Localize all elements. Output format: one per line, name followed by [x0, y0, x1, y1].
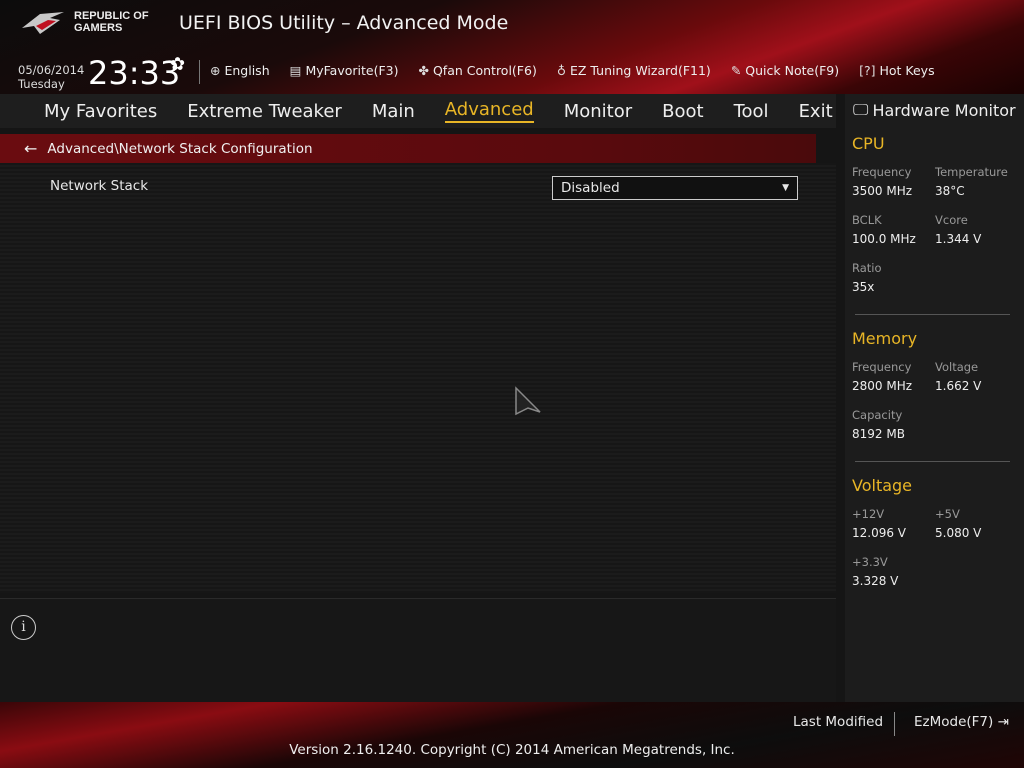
footer [0, 702, 1024, 768]
tab-main[interactable]: Main [372, 101, 415, 122]
hw-label: +3.3V [852, 555, 888, 569]
hw-label: Vcore [935, 213, 968, 227]
select-value: Disabled [561, 180, 620, 196]
hw-label: Voltage [935, 360, 979, 374]
info-icon: i [11, 615, 36, 640]
hw-label: Ratio [852, 261, 882, 275]
gear-icon[interactable]: ✿ [170, 54, 185, 75]
hw-value: 3.328 V [852, 574, 899, 588]
tab-my-favorites[interactable]: My Favorites [44, 101, 157, 122]
hw-label: BCLK [852, 213, 882, 227]
hw-value: 8192 MB [852, 427, 905, 441]
ezmode-label: EzMode(F7) [914, 714, 994, 730]
hot-keys-button[interactable]: [?] Hot Keys [859, 63, 935, 78]
hw-value: 2800 MHz [852, 379, 913, 393]
hw-value: 1.344 V [935, 232, 982, 246]
rog-eye-icon [22, 12, 64, 34]
globe-icon: ⊕ [210, 63, 221, 78]
main-nav: My Favorites Extreme Tweaker Main Advanc… [0, 94, 836, 128]
ez-tuning-button[interactable]: ♁ EZ Tuning Wizard(F11) [557, 63, 711, 78]
tab-boot[interactable]: Boot [662, 101, 703, 122]
network-stack-label: Network Stack [50, 178, 149, 194]
tab-exit[interactable]: Exit [799, 101, 833, 122]
app-title: UEFI BIOS Utility – Advanced Mode [179, 12, 509, 34]
divider [855, 461, 1010, 462]
tab-advanced[interactable]: Advanced [444, 99, 534, 123]
hw-label: Temperature [935, 165, 1008, 179]
exit-arrow-icon: ⇥ [997, 714, 1009, 730]
hw-value: 1.662 V [935, 379, 982, 393]
qfan-button[interactable]: ✤ Qfan Control(F6) [418, 63, 536, 78]
favorite-list-icon: ▤ [289, 63, 302, 78]
hw-value: 12.096 V [852, 526, 907, 540]
hw-label: +12V [852, 507, 885, 521]
fan-icon: ✤ [418, 63, 429, 78]
tab-monitor[interactable]: Monitor [564, 101, 632, 122]
hw-value: 38°C [935, 184, 965, 198]
tab-extreme-tweaker[interactable]: Extreme Tweaker [187, 101, 342, 122]
toolbar: ⊕ English ▤ MyFavorite(F3) ✤ Qfan Control(F… [210, 63, 935, 78]
mouse-cursor-icon [515, 386, 541, 416]
hw-label: +5V [935, 507, 960, 521]
breadcrumb-text: Advanced\Network Stack Configuration [47, 140, 313, 157]
hw-value: 35x [852, 280, 875, 294]
quick-note-button[interactable]: ✎ Quick Note(F9) [731, 63, 839, 78]
rog-logo: REPUBLIC OF GAMERS [20, 8, 149, 36]
hw-title: Hardware Monitor [872, 100, 1016, 120]
lightbulb-icon: ♁ [556, 63, 566, 78]
myfavorite-button[interactable]: ▤ MyFavorite(F3) [290, 63, 399, 78]
voltage-heading: Voltage [852, 476, 913, 495]
hw-value: 5.080 V [935, 526, 982, 540]
network-stack-select[interactable]: Disabled ▼ [552, 176, 798, 200]
settings-panel [0, 163, 836, 593]
help-icon: [?] [859, 63, 876, 78]
hardware-monitor: 🖵 Hardware Monitor CPU Frequency 3500 MHz … [845, 94, 1024, 702]
hw-label: Capacity [852, 408, 903, 422]
divider [855, 314, 1010, 315]
monitor-icon: 🖵 [853, 100, 869, 119]
date: 05/06/2014 Tuesday [18, 63, 85, 91]
clock: 23:33 [88, 54, 181, 92]
last-modified-button[interactable]: Last Modified [793, 714, 883, 730]
version-text: Version 2.16.1240. Copyright (C) 2014 Am… [289, 742, 735, 758]
chevron-down-icon: ▼ [782, 183, 789, 193]
hw-value: 100.0 MHz [852, 232, 916, 246]
back-arrow-icon[interactable]: ← [24, 139, 37, 158]
memory-heading: Memory [852, 329, 918, 348]
tab-tool[interactable]: Tool [734, 101, 769, 122]
breadcrumb: ← Advanced\Network Stack Configuration [0, 134, 816, 163]
hw-label: Frequency [852, 360, 912, 374]
hw-label: Frequency [852, 165, 912, 179]
language-button[interactable]: ⊕ English [210, 63, 270, 78]
cpu-heading: CPU [852, 134, 885, 153]
hw-value: 3500 MHz [852, 184, 913, 198]
divider [199, 60, 200, 84]
divider [894, 712, 895, 736]
help-panel: i [0, 598, 836, 702]
ezmode-button[interactable]: EzMode(F7) ⇥ [914, 714, 1009, 730]
note-icon: ✎ [730, 63, 742, 78]
